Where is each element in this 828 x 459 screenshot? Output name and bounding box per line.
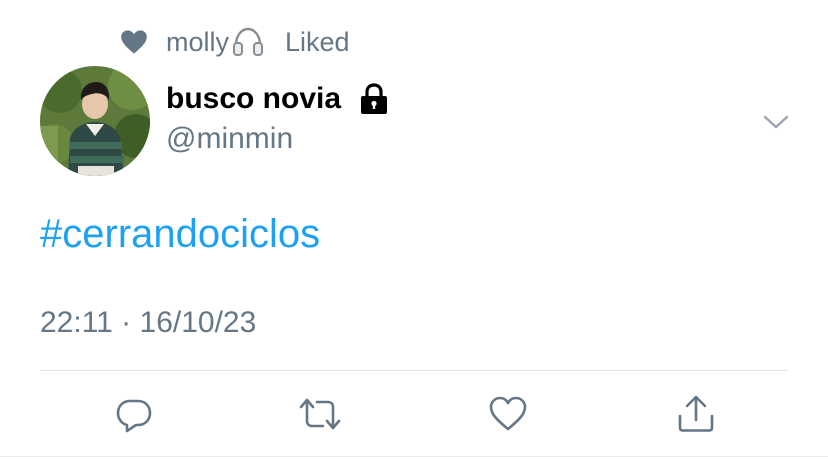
lock-icon (361, 83, 388, 114)
avatar[interactable] (40, 66, 150, 176)
liker-name[interactable]: molly (166, 27, 229, 58)
heart-filled-icon (121, 30, 147, 54)
tweet-detail-page: molly Liked busco novia @minmin #cerrand… (0, 0, 828, 459)
action-bar (0, 392, 828, 436)
reply-icon (116, 399, 152, 433)
reply-button[interactable] (112, 392, 156, 436)
share-button[interactable] (674, 392, 718, 436)
tweet-timestamp[interactable]: 22:11 · 16/10/23 (40, 306, 256, 340)
share-icon (678, 395, 714, 432)
avatar-photo (40, 66, 150, 176)
liked-label: Liked (285, 26, 350, 57)
author-handle[interactable]: @minmin (166, 122, 293, 156)
retweet-button[interactable] (298, 392, 342, 436)
headphones-icon (233, 27, 264, 56)
author-name-row[interactable]: busco novia (166, 82, 389, 116)
social-context: molly Liked (120, 24, 350, 60)
chevron-down-icon[interactable] (762, 108, 790, 136)
bottom-divider (0, 456, 828, 457)
display-name[interactable]: busco novia (166, 82, 341, 116)
hashtag-link[interactable]: #cerrandociclos (40, 212, 320, 257)
heart-icon (489, 396, 527, 431)
retweet-icon (299, 398, 341, 430)
like-button[interactable] (486, 392, 530, 436)
divider (40, 370, 788, 371)
